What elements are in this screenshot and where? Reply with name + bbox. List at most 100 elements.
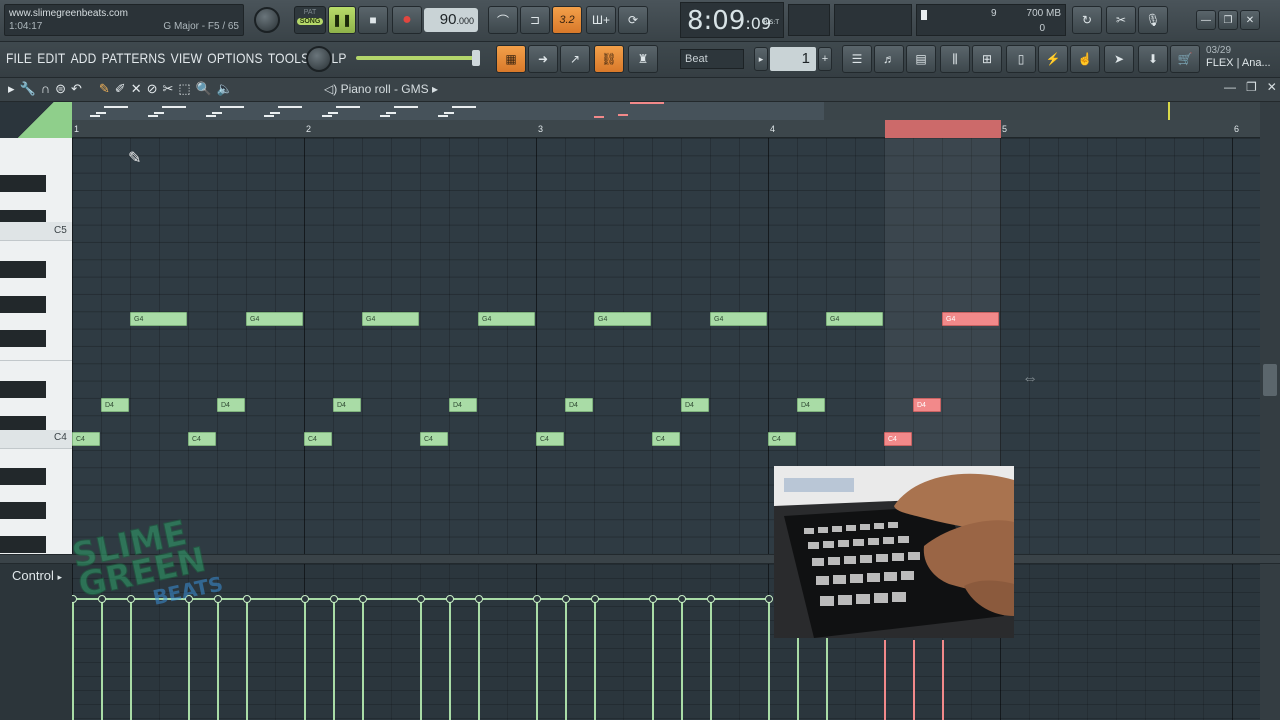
velocity-bar[interactable] [359, 595, 367, 720]
velocity-bar[interactable] [185, 595, 193, 720]
note-g4[interactable]: G4 [942, 312, 999, 326]
note-c4[interactable]: C4 [536, 432, 564, 446]
pane-divider[interactable] [0, 554, 1280, 564]
black-key[interactable] [0, 296, 46, 313]
control-scrollbar[interactable] [1260, 564, 1280, 720]
black-key[interactable] [0, 468, 46, 485]
velocity-bar[interactable] [678, 595, 686, 720]
playback-tool-icon[interactable]: 🔈 [217, 81, 233, 97]
pat-song-toggle[interactable]: PAT SONG [294, 6, 326, 34]
select-tool-icon[interactable]: ⬚ [178, 81, 190, 97]
pattern-prev-button[interactable]: ▸ [754, 47, 768, 71]
touch-controller-button[interactable]: ☝ [1070, 45, 1100, 73]
black-key[interactable] [0, 330, 46, 347]
velocity-bar[interactable] [214, 595, 222, 720]
piano-roll-snap-button[interactable]: ▦ [496, 45, 526, 73]
pencil-icon[interactable]: ✎ [99, 81, 110, 97]
note-grid[interactable]: G4 G4 G4 G4 G4 G4 G4 G4 D4 D4 D4 D4 D4 D4 D4 D4 C4 C4 C4 C4… [72, 138, 1260, 554]
note-c4[interactable]: C4 [884, 432, 912, 446]
tempo-display[interactable]: 90.000 [424, 8, 478, 32]
next-button[interactable]: ➜ [528, 45, 558, 73]
menu-add[interactable]: ADD [71, 50, 97, 66]
magnet-icon[interactable]: ∩ [41, 81, 50, 97]
playlist-button[interactable]: ☰ [842, 45, 872, 73]
close-button[interactable]: ✕ [1240, 10, 1260, 30]
note-c4[interactable]: C4 [188, 432, 216, 446]
menu-view[interactable]: VIEW [171, 50, 202, 66]
velocity-bar[interactable] [127, 595, 135, 720]
menu-edit[interactable]: EDIT [37, 50, 65, 66]
typing-keyboard-button[interactable]: Ш+ [586, 6, 616, 34]
slide-button[interactable]: ↗ [560, 45, 590, 73]
note-g4[interactable]: G4 [130, 312, 187, 326]
song-position-clock[interactable]: 8:09:09 B:S:T [680, 2, 784, 38]
note-c4[interactable]: C4 [304, 432, 332, 446]
black-key[interactable] [0, 536, 46, 553]
project-button[interactable]: ▯ [1006, 45, 1036, 73]
note-d4[interactable]: D4 [101, 398, 129, 412]
cut-tool-button[interactable]: ✂ [1106, 6, 1136, 34]
metronome-stamp-button[interactable]: ♜ [628, 45, 658, 73]
velocity-bar[interactable] [649, 595, 657, 720]
overview-strip[interactable] [72, 102, 1260, 120]
velocity-bar[interactable] [707, 595, 715, 720]
mixer-button[interactable]: ⫼ [940, 45, 970, 73]
note-d4[interactable]: D4 [449, 398, 477, 412]
metronome-button[interactable]: ⌒ [488, 6, 518, 34]
record-audio-button[interactable]: 🎙 [1138, 6, 1168, 34]
velocity-bar[interactable] [942, 640, 944, 720]
black-key[interactable] [0, 502, 46, 519]
velocity-bar[interactable] [884, 640, 886, 720]
black-key[interactable] [0, 261, 46, 278]
restore-button[interactable]: ❐ [1218, 10, 1238, 30]
stop-button[interactable]: ■ [358, 6, 388, 34]
velocity-bar[interactable] [417, 595, 425, 720]
note-g4[interactable]: G4 [478, 312, 535, 326]
pr-minimize-icon[interactable]: — [1224, 80, 1236, 94]
help-button[interactable]: ➤ [1104, 45, 1134, 73]
control-pane-label[interactable]: Control ▸ [0, 564, 72, 720]
note-d4[interactable]: D4 [797, 398, 825, 412]
velocity-bar[interactable] [562, 595, 570, 720]
note-c4[interactable]: C4 [768, 432, 796, 446]
loop-region-marker[interactable] [885, 120, 1001, 138]
download-button[interactable]: ⬇ [1138, 45, 1168, 73]
wrench-icon[interactable]: 🔧 [20, 81, 36, 97]
note-g4[interactable]: G4 [826, 312, 883, 326]
vertical-scroll-thumb[interactable] [1263, 364, 1277, 396]
master-pitch-knob[interactable] [254, 7, 280, 33]
velocity-bar[interactable] [98, 595, 106, 720]
plugin-picker-button[interactable]: ⚡ [1038, 45, 1068, 73]
note-c4[interactable]: C4 [420, 432, 448, 446]
piano-roll-button[interactable]: ♬ [874, 45, 904, 73]
menu-tools[interactable]: TOOLS [268, 50, 309, 66]
snap-select[interactable]: Beat [680, 49, 744, 69]
wait-input-button[interactable]: ⊐ [520, 6, 550, 34]
undo-history-button[interactable]: ↻ [1072, 6, 1102, 34]
mute-tool-icon[interactable]: ⊘ [147, 81, 158, 97]
menu-options[interactable]: OPTIONS [207, 50, 262, 66]
step-edit-button[interactable]: 3.2 [552, 6, 582, 34]
note-d4[interactable]: D4 [217, 398, 245, 412]
pr-restore-icon[interactable]: ❐ [1246, 80, 1257, 94]
delete-tool-icon[interactable]: ✕ [131, 81, 142, 97]
note-d4[interactable]: D4 [565, 398, 593, 412]
undo-icon[interactable]: ↶ [71, 81, 82, 97]
velocity-bar[interactable] [591, 595, 599, 720]
velocity-bar[interactable] [765, 595, 773, 720]
menu-file[interactable]: FILE [6, 50, 32, 66]
channel-rack-button[interactable]: ▤ [906, 45, 936, 73]
piano-roll-title-area[interactable]: ◁) Piano roll - GMS ▸ [324, 82, 438, 96]
timeline-ruler[interactable]: 1 2 3 4 5 6 [72, 120, 1260, 138]
note-d4[interactable]: D4 [913, 398, 941, 412]
record-button[interactable]: ● [392, 6, 422, 34]
pattern-selector[interactable]: 1 [770, 47, 816, 71]
zoom-tool-icon[interactable]: 🔍 [196, 81, 212, 97]
black-key[interactable] [0, 381, 46, 398]
pause-button[interactable]: ❚❚ [328, 6, 356, 34]
note-g4[interactable]: G4 [594, 312, 651, 326]
menu-icon[interactable]: ⊜ [55, 81, 66, 97]
slice-tool-icon[interactable]: ✂ [163, 81, 174, 97]
news-panel[interactable]: 03/29 FLEX | Ana... [1206, 44, 1280, 70]
note-c4[interactable]: C4 [72, 432, 100, 446]
